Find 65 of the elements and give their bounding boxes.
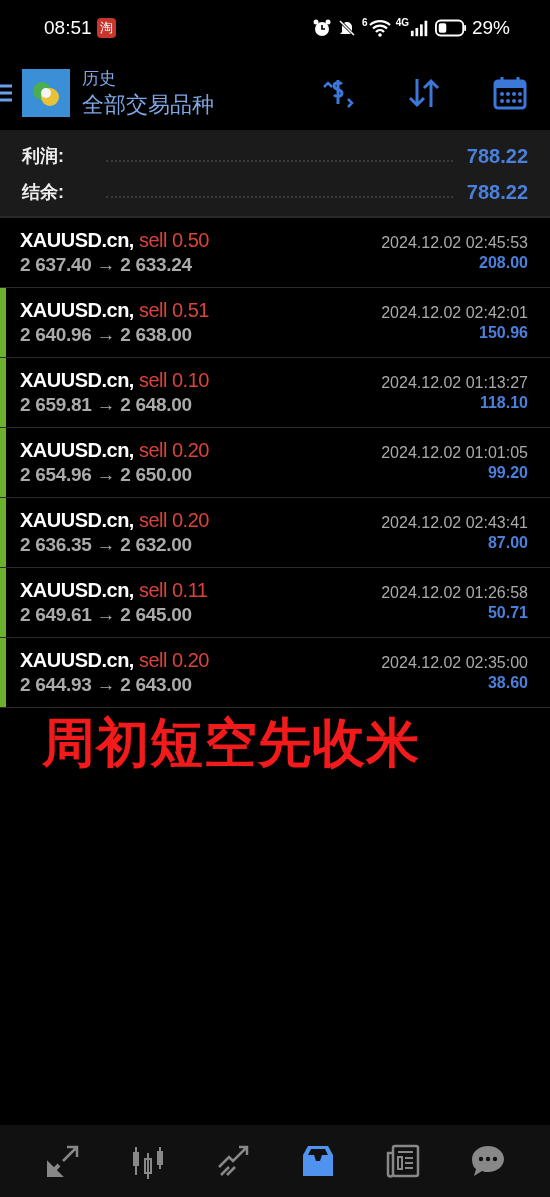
deal-prices: 2 644.93 → 2 643.00 — [20, 674, 193, 696]
deal-profit: 50.71 — [487, 603, 528, 622]
deal-symbol: XAUUSD.cn, — [20, 299, 134, 321]
deal-time: 2024.12.02 02:43:41 — [381, 513, 528, 532]
deal-symbol: XAUUSD.cn, — [20, 369, 134, 391]
deal-prices: 2 649.61 → 2 645.00 — [20, 604, 193, 626]
deal-time: 2024.12.02 01:26:58 — [381, 583, 528, 602]
deal-symbol: XAUUSD.cn, — [20, 649, 134, 671]
summary-label: 利润: — [22, 145, 65, 168]
deal-row[interactable]: XAUUSD.cn, sell 0.20 2 636.35 → 2 632.00 2024.12.02 02:43:41 87.00 — [0, 498, 550, 568]
deal-row[interactable]: XAUUSD.cn, sell 0.10 2 659.81 → 2 648.00 2024.12.02 01:13:27 118.10 — [0, 358, 550, 428]
quotes-tab[interactable] — [44, 1143, 81, 1179]
deal-prices: 2 659.81 → 2 648.00 — [20, 394, 193, 416]
deal-profit: 99.20 — [487, 463, 528, 482]
deal-profit: 118.10 — [479, 393, 528, 412]
deal-prices: 2 636.35 → 2 632.00 — [20, 534, 193, 556]
app-badge: 淘 — [96, 18, 116, 38]
deal-side: sell 0.20 — [138, 439, 209, 461]
app-logo-icon — [22, 69, 70, 117]
deal-row[interactable]: XAUUSD.cn, sell 0.20 2 654.96 → 2 650.00 2024.12.02 01:01:05 99.20 — [0, 428, 550, 498]
wifi-label: 6 — [362, 17, 368, 28]
deal-profit: 208.00 — [479, 253, 528, 272]
summary-value: 788.22 — [466, 144, 528, 168]
chat-tab[interactable] — [469, 1143, 506, 1179]
menu-icon[interactable] — [0, 84, 12, 102]
deal-side: sell 0.50 — [138, 229, 209, 251]
deal-side: sell 0.10 — [138, 369, 209, 391]
deal-row[interactable]: XAUUSD.cn, sell 0.51 2 640.96 → 2 638.00 2024.12.02 02:42:01 150.96 — [0, 288, 550, 358]
deal-side: sell 0.20 — [138, 649, 209, 671]
status-time: 08:51 — [44, 17, 92, 39]
symbol-filter[interactable]: 全部交易品种 — [82, 89, 214, 120]
deal-time: 2024.12.02 01:13:27 — [381, 373, 528, 392]
deal-profit: 87.00 — [487, 533, 528, 552]
deal-symbol: XAUUSD.cn, — [20, 229, 134, 251]
deal-time: 2024.12.02 02:42:01 — [381, 303, 528, 322]
deal-profit: 150.96 — [479, 323, 528, 342]
screen-title: 历史 — [82, 67, 117, 90]
alarm-icon — [312, 18, 333, 38]
summary-label: 结余: — [22, 181, 65, 204]
deal-time: 2024.12.02 01:01:05 — [381, 443, 528, 462]
bell-off-icon — [337, 18, 358, 38]
deal-side: sell 0.20 — [138, 509, 209, 531]
deal-symbol: XAUUSD.cn, — [20, 439, 134, 461]
deal-side: sell 0.51 — [138, 299, 209, 321]
signal-icon — [409, 19, 430, 37]
deal-prices: 2 654.96 → 2 650.00 — [20, 464, 193, 486]
news-tab[interactable] — [384, 1143, 421, 1179]
deal-time: 2024.12.02 02:45:53 — [381, 233, 528, 252]
deal-time: 2024.12.02 02:35:00 — [381, 653, 528, 672]
deal-symbol: XAUUSD.cn, — [20, 579, 134, 601]
deal-prices: 2 637.40 → 2 633.24 — [20, 254, 193, 276]
battery-icon — [434, 19, 467, 37]
wifi-icon — [368, 19, 391, 37]
deal-row[interactable]: XAUUSD.cn, sell 0.20 2 644.93 → 2 643.00 2024.12.02 02:35:00 38.60 — [0, 638, 550, 708]
network-label: 4G — [395, 17, 409, 28]
deal-side: sell 0.11 — [138, 579, 208, 601]
deal-row[interactable]: XAUUSD.cn, sell 0.11 2 649.61 → 2 645.00 2024.12.02 01:26:58 50.71 — [0, 568, 550, 638]
calendar-icon[interactable] — [492, 75, 528, 111]
deal-row[interactable]: XAUUSD.cn, sell 0.50 2 637.40 → 2 633.24 2024.12.02 02:45:53 208.00 — [0, 218, 550, 288]
overlay-caption: 周初短空先收米 — [42, 713, 420, 772]
deal-symbol: XAUUSD.cn, — [20, 509, 134, 531]
deal-prices: 2 640.96 → 2 638.00 — [20, 324, 193, 346]
summary-value: 788.22 — [466, 180, 528, 204]
battery-percent: 29% — [471, 17, 510, 39]
deal-profit: 38.60 — [487, 673, 528, 692]
